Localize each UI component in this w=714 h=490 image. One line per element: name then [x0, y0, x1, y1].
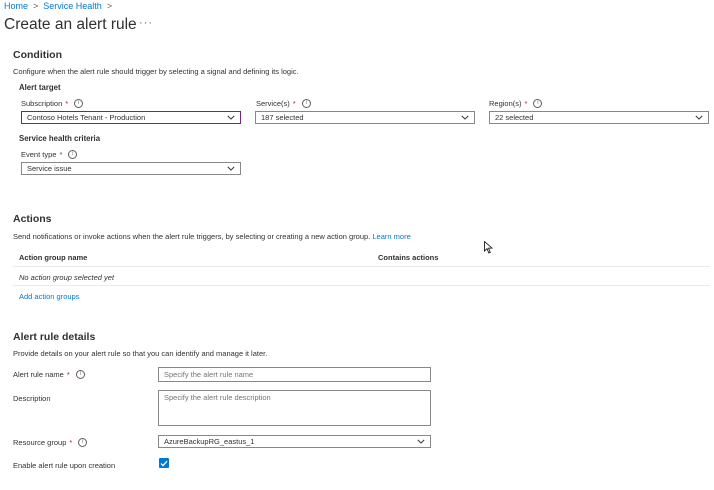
chevron-down-icon	[695, 115, 703, 120]
chevron-down-icon	[417, 439, 425, 444]
actions-description: Send notifications or invoke actions whe…	[13, 232, 411, 241]
chevron-down-icon	[461, 115, 469, 120]
table-divider	[13, 285, 710, 286]
regions-label: Region(s) * i	[489, 99, 543, 108]
info-icon[interactable]: i	[74, 99, 84, 108]
breadcrumb: Home > Service Health >	[4, 1, 112, 11]
actions-heading: Actions	[13, 213, 52, 225]
alert-rule-name-input[interactable]	[158, 367, 431, 382]
service-health-criteria-heading: Service health criteria	[19, 134, 101, 143]
condition-description: Configure when the alert rule should tri…	[13, 67, 299, 76]
regions-dropdown[interactable]: 22 selected	[489, 111, 709, 124]
description-label: Description	[13, 394, 51, 403]
column-header-contains-actions: Contains actions	[378, 253, 439, 262]
alert-target-heading: Alert target	[19, 83, 61, 92]
add-action-groups-link[interactable]: Add action groups	[19, 292, 79, 301]
chevron-right-icon: >	[33, 1, 39, 11]
chevron-down-icon	[227, 115, 235, 120]
more-options-icon[interactable]: ···	[139, 17, 153, 29]
chevron-right-icon: >	[106, 1, 113, 11]
event-type-label: Event type * i	[21, 150, 78, 159]
info-icon[interactable]: i	[75, 370, 85, 379]
required-marker: *	[524, 99, 528, 108]
breadcrumb-service-health-link[interactable]: Service Health	[43, 1, 102, 11]
required-marker: *	[66, 370, 70, 379]
required-marker: *	[69, 438, 73, 447]
subscription-dropdown[interactable]: Contoso Hotels Tenant - Production	[21, 111, 241, 124]
condition-heading: Condition	[13, 49, 62, 61]
resource-group-dropdown[interactable]: AzureBackupRG_eastus_1	[158, 435, 431, 448]
enable-alert-rule-label: Enable alert rule upon creation	[13, 461, 116, 470]
info-icon[interactable]: i	[78, 438, 88, 447]
services-value: 187 selected	[261, 113, 304, 122]
services-label: Service(s) * i	[256, 99, 311, 108]
subscription-value: Contoso Hotels Tenant - Production	[27, 113, 146, 122]
required-marker: *	[65, 99, 69, 108]
event-type-dropdown[interactable]: Service issue	[21, 162, 241, 175]
info-icon[interactable]: i	[68, 150, 78, 159]
required-marker: *	[292, 99, 296, 108]
event-type-value: Service issue	[27, 164, 72, 173]
chevron-down-icon	[227, 166, 235, 171]
alert-rule-name-label: Alert rule name * i	[13, 370, 85, 379]
breadcrumb-home-link[interactable]: Home	[4, 1, 28, 11]
page-title: Create an alert rule	[4, 16, 137, 33]
description-textarea[interactable]	[158, 390, 431, 426]
learn-more-link[interactable]: Learn more	[372, 232, 410, 241]
resource-group-label: Resource group * i	[13, 438, 88, 447]
regions-value: 22 selected	[495, 113, 534, 122]
subscription-label: Subscription * i	[21, 99, 84, 108]
resource-group-value: AzureBackupRG_eastus_1	[164, 437, 255, 446]
alert-rule-details-description: Provide details on your alert rule so th…	[13, 349, 268, 358]
services-dropdown[interactable]: 187 selected	[255, 111, 475, 124]
column-header-action-group-name: Action group name	[19, 253, 88, 262]
mouse-cursor-icon	[484, 241, 493, 254]
required-marker: *	[59, 150, 63, 159]
alert-rule-details-heading: Alert rule details	[13, 331, 96, 343]
table-divider	[13, 266, 710, 267]
empty-table-row: No action group selected yet	[19, 273, 115, 282]
enable-alert-rule-checkbox[interactable]	[159, 458, 169, 468]
checkmark-icon	[160, 460, 168, 467]
info-icon[interactable]: i	[301, 99, 311, 108]
info-icon[interactable]: i	[533, 99, 543, 108]
